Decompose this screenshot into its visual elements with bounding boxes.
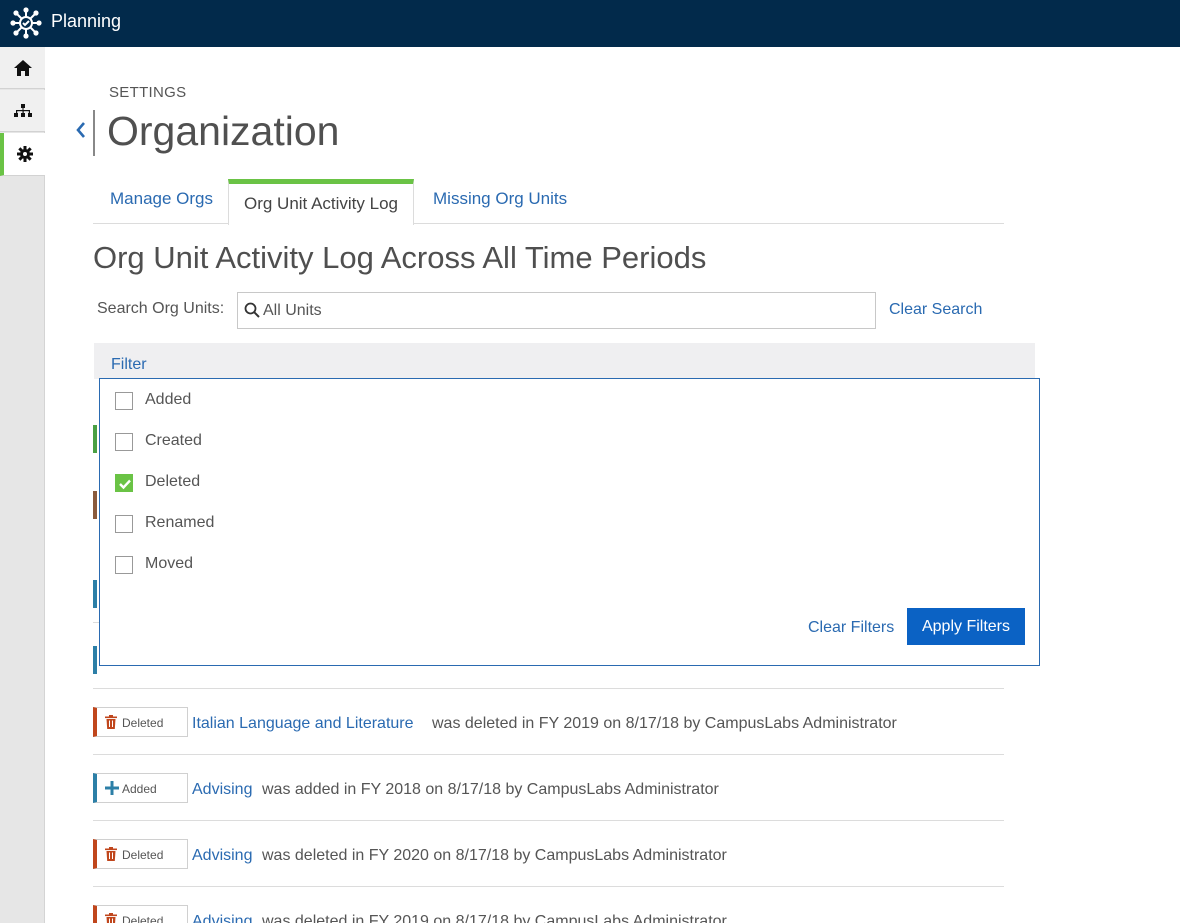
planning-logo-icon[interactable] bbox=[9, 7, 43, 39]
search-box[interactable] bbox=[237, 292, 876, 329]
row-description: was deleted in FY 2020 on 8/17/18 by Cam… bbox=[262, 847, 727, 864]
home-icon bbox=[13, 59, 32, 76]
section-title: Org Unit Activity Log Across All Time Pe… bbox=[93, 240, 707, 275]
status-badge: Deleted bbox=[93, 707, 188, 737]
gear-icon bbox=[16, 146, 33, 162]
app-name: Planning bbox=[51, 11, 122, 31]
plus-icon bbox=[105, 781, 119, 795]
filter-bar: Filter bbox=[94, 343, 1035, 379]
table-row: Added Advising was added in FY 2018 on 8… bbox=[93, 755, 1004, 821]
row-marker-added bbox=[93, 646, 97, 674]
trash-icon bbox=[105, 913, 117, 923]
checkmark-icon bbox=[119, 479, 131, 490]
row-marker-created bbox=[93, 425, 97, 453]
chevron-left-icon[interactable] bbox=[74, 120, 88, 140]
org-unit-link[interactable]: Italian Language and Literature bbox=[192, 715, 414, 733]
table-row: Deleted Italian Language and Literature … bbox=[93, 689, 1004, 755]
tab-bar: Manage Orgs Org Unit Activity Log Missin… bbox=[93, 179, 1004, 225]
rail-item-org-chart[interactable] bbox=[0, 90, 45, 132]
row-marker-added bbox=[93, 580, 97, 608]
clear-search-link[interactable]: Clear Search bbox=[889, 301, 982, 319]
search-input[interactable] bbox=[263, 299, 863, 323]
status-badge: Added bbox=[93, 773, 188, 803]
search-icon bbox=[244, 302, 260, 318]
row-description: was deleted in FY 2019 on 8/17/18 by Cam… bbox=[262, 913, 727, 923]
tab-manage-orgs[interactable]: Manage Orgs bbox=[110, 179, 213, 224]
rail-item-home[interactable] bbox=[0, 47, 45, 89]
org-unit-link[interactable]: Advising bbox=[192, 913, 252, 923]
table-row: Deleted Advising was deleted in FY 2019 … bbox=[93, 887, 1004, 923]
tab-missing-org-units[interactable]: Missing Org Units bbox=[433, 179, 567, 224]
apply-filters-button[interactable]: Apply Filters bbox=[907, 608, 1025, 645]
filter-dropdown: Added Created Deleted Renamed Moved Clea… bbox=[99, 378, 1040, 666]
rail-item-settings[interactable] bbox=[0, 133, 45, 176]
top-bar: Planning bbox=[0, 0, 1180, 47]
tab-org-unit-activity-log[interactable]: Org Unit Activity Log bbox=[228, 179, 414, 225]
status-badge: Deleted bbox=[93, 905, 188, 923]
checkbox-added[interactable] bbox=[115, 392, 133, 410]
clear-filters-link[interactable]: Clear Filters bbox=[808, 619, 894, 637]
filter-toggle[interactable]: Filter bbox=[111, 356, 147, 374]
row-marker-renamed bbox=[93, 491, 97, 519]
row-description: was added in FY 2018 on 8/17/18 by Campu… bbox=[262, 781, 719, 798]
row-description: was deleted in FY 2019 on 8/17/18 by Cam… bbox=[432, 715, 897, 732]
checkbox-moved[interactable] bbox=[115, 556, 133, 574]
breadcrumb-settings: SETTINGS bbox=[109, 84, 187, 101]
left-rail bbox=[0, 47, 45, 923]
title-divider bbox=[93, 110, 95, 156]
org-unit-link[interactable]: Advising bbox=[192, 847, 252, 865]
trash-icon bbox=[105, 715, 117, 729]
trash-icon bbox=[105, 847, 117, 861]
checkbox-deleted[interactable] bbox=[115, 474, 133, 492]
page-title: Organization bbox=[107, 108, 340, 154]
search-label: Search Org Units: bbox=[97, 300, 225, 317]
checkbox-created[interactable] bbox=[115, 433, 133, 451]
org-unit-link[interactable]: Advising bbox=[192, 781, 252, 799]
status-badge: Deleted bbox=[93, 839, 188, 869]
table-row: Deleted Advising was deleted in FY 2020 … bbox=[93, 821, 1004, 887]
checkbox-renamed[interactable] bbox=[115, 515, 133, 533]
org-chart-icon bbox=[13, 103, 32, 117]
